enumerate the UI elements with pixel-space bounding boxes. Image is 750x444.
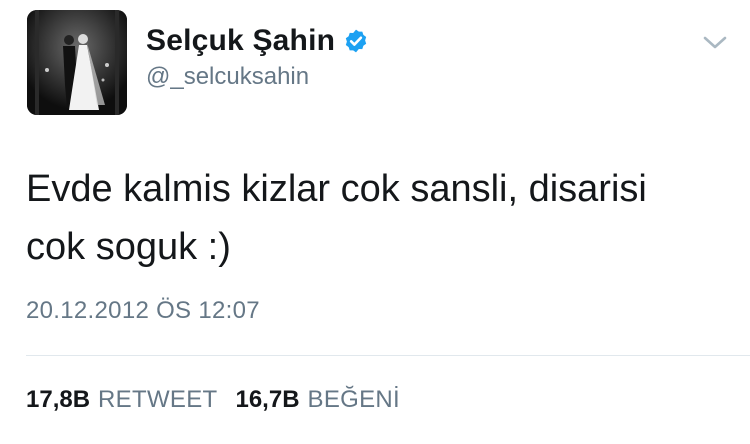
- tweet-stats: 17,8B RETWEET 16,7B BEĞENİ: [26, 386, 400, 414]
- likes-label: BEĞENİ: [307, 386, 401, 413]
- user-handle[interactable]: @_selcuksahin: [146, 63, 309, 91]
- chevron-down-icon[interactable]: [702, 34, 728, 52]
- retweets-count: 17,8B: [26, 386, 91, 413]
- tweet-text: Evde kalmis kizlar cok sansli, disarisi …: [26, 168, 647, 268]
- avatar[interactable]: [27, 10, 127, 115]
- verified-badge-icon: [345, 29, 367, 53]
- likes-stat[interactable]: 16,7B BEĞENİ: [235, 386, 400, 414]
- divider: [26, 355, 750, 356]
- tweet-timestamp[interactable]: 20.12.2012 ÖS 12:07: [26, 297, 260, 325]
- display-name[interactable]: Selçuk Şahin: [146, 24, 335, 58]
- retweets-label: RETWEET: [98, 386, 218, 413]
- retweets-stat[interactable]: 17,8B RETWEET: [26, 386, 217, 414]
- likes-count: 16,7B: [235, 386, 300, 413]
